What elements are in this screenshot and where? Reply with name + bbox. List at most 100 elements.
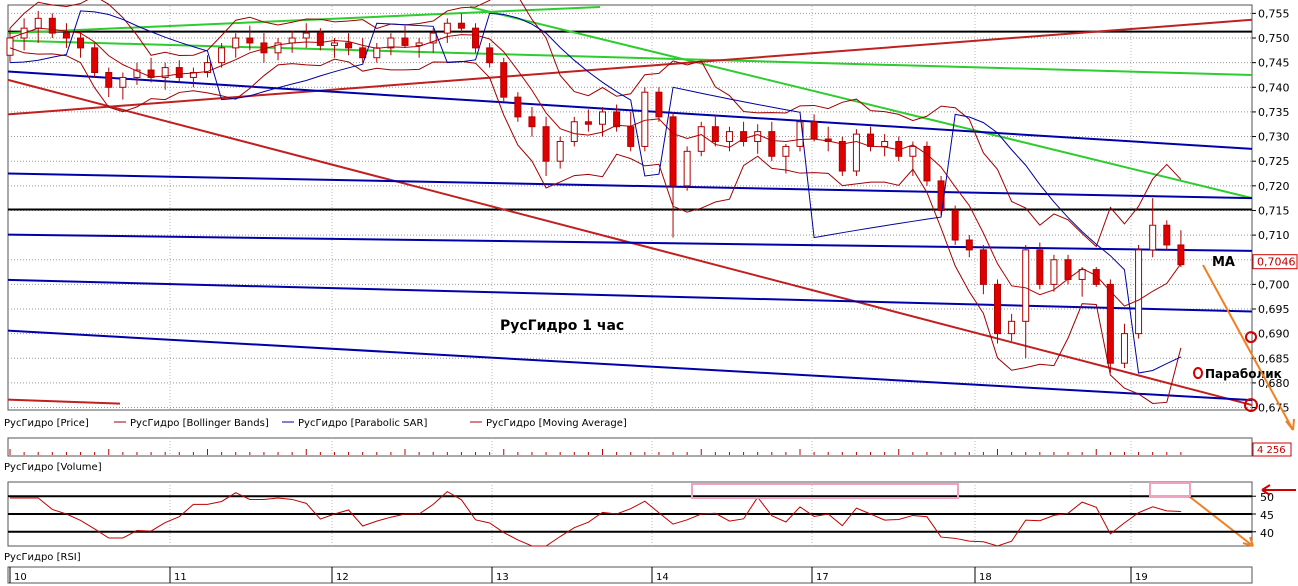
candle-body (937, 180, 945, 211)
candle-body (641, 91, 649, 147)
candle-body (669, 116, 677, 187)
candle-body (754, 131, 762, 142)
candle-body (415, 42, 423, 46)
price-tick-label: 0,730 (1258, 131, 1290, 144)
price-tick-label: 0,710 (1258, 229, 1290, 242)
candle-body (584, 121, 592, 125)
candle-body (91, 47, 99, 74)
price-tick-label: 0,735 (1258, 106, 1290, 119)
ma-annotation: MA (1212, 255, 1235, 270)
candle-body (1106, 283, 1114, 364)
candle-body (909, 145, 917, 157)
candle-body (1078, 269, 1086, 280)
price-tick-label: 0,700 (1258, 278, 1290, 291)
candle-body (838, 140, 846, 172)
candle-body (881, 140, 889, 147)
candle-body (34, 17, 42, 29)
candle-body (867, 133, 875, 147)
time-tick-label: 13 (496, 572, 509, 583)
candle-body (1022, 249, 1030, 322)
candle-body (443, 22, 451, 34)
candle-body (655, 91, 663, 118)
candle-body (232, 37, 240, 49)
candle-body (725, 131, 733, 142)
legend-item: РусГидро [Moving Average] (486, 418, 627, 429)
candle-body (359, 47, 367, 59)
time-tick-label: 14 (656, 572, 669, 583)
candle-body (1092, 269, 1100, 285)
candle-body (697, 126, 705, 152)
parabolic-annotation: Параболик (1205, 367, 1282, 381)
price-tick-label: 0,685 (1258, 352, 1290, 365)
candle-body (627, 126, 635, 147)
candle-body (77, 37, 85, 49)
candle-body (1036, 249, 1044, 285)
candle-body (683, 150, 691, 187)
candle-body (613, 111, 621, 128)
time-axis-frame (7, 566, 1253, 584)
candle-body (965, 239, 973, 251)
candle-body (316, 32, 324, 46)
candle-body (175, 67, 183, 78)
price-tick-label: 0,755 (1258, 7, 1290, 20)
candle-body (1135, 249, 1143, 335)
candle-body (810, 121, 818, 140)
candle-body (288, 37, 296, 44)
candle-body (1149, 224, 1157, 251)
candle-body (62, 32, 70, 39)
time-tick-label: 18 (979, 572, 992, 583)
candle-body (119, 76, 127, 88)
price-tick-label: 0,740 (1258, 81, 1290, 94)
candle-body (852, 133, 860, 172)
price-tick-label: 0,690 (1258, 328, 1290, 341)
candle-body (994, 283, 1001, 335)
price-tick-label: 0,695 (1258, 303, 1290, 316)
rsi-panel-title: РусГидро [RSI] (4, 552, 81, 563)
time-tick-label: 17 (816, 572, 829, 583)
last-price-label: 0,7046 (1257, 256, 1296, 269)
volume-last-label: 4 256 (1257, 445, 1286, 456)
price-tick-label: 0,750 (1258, 32, 1290, 45)
legend-item: РусГидро [Bollinger Bands] (130, 418, 269, 429)
candle-body (599, 111, 606, 125)
time-tick-label: 10 (14, 572, 27, 583)
candle-body (1177, 244, 1185, 266)
candle-body (768, 131, 776, 157)
price-panel-frame (7, 4, 1253, 411)
candle-body (218, 47, 226, 64)
volume-panel-title: РусГидро [Volume] (4, 462, 102, 473)
candle-body (570, 121, 578, 142)
candle-body (500, 62, 508, 98)
candle-body (345, 42, 353, 49)
candle-body (782, 145, 790, 157)
candle-body (1120, 333, 1128, 364)
candle-body (486, 47, 494, 64)
candle-body (979, 249, 987, 285)
candle-body (528, 116, 536, 128)
chart-title: РусГидро 1 час (500, 318, 624, 334)
candle-body (472, 27, 480, 49)
chart-canvas: 0,755 0,750 0,745 0,740 0,735 0,730 0,725 0,720… (4, 0, 1298, 584)
candle-body (514, 96, 522, 118)
candle-body (951, 209, 959, 241)
price-tick-label: 0,720 (1258, 180, 1290, 193)
legend-item: РусГидро [Price] (4, 418, 89, 429)
candle-body (373, 47, 381, 59)
candle-body (330, 42, 338, 46)
rsi-level-arrow (1261, 484, 1296, 496)
candle-body (711, 126, 719, 142)
candle-body (6, 37, 14, 56)
candle-body (1008, 320, 1016, 335)
candle-body (401, 37, 409, 46)
candle-body (542, 126, 550, 162)
candle-body (1050, 259, 1058, 285)
candle-body (923, 145, 931, 182)
candle-body (556, 140, 564, 162)
time-tick-label: 12 (336, 572, 349, 583)
time-tick-label: 11 (174, 572, 187, 583)
time-tick-label: 19 (1135, 572, 1148, 583)
candle-body (105, 72, 113, 88)
price-tick-label: 0,745 (1258, 57, 1290, 70)
candle-body (48, 17, 56, 34)
candle-body (246, 37, 254, 44)
